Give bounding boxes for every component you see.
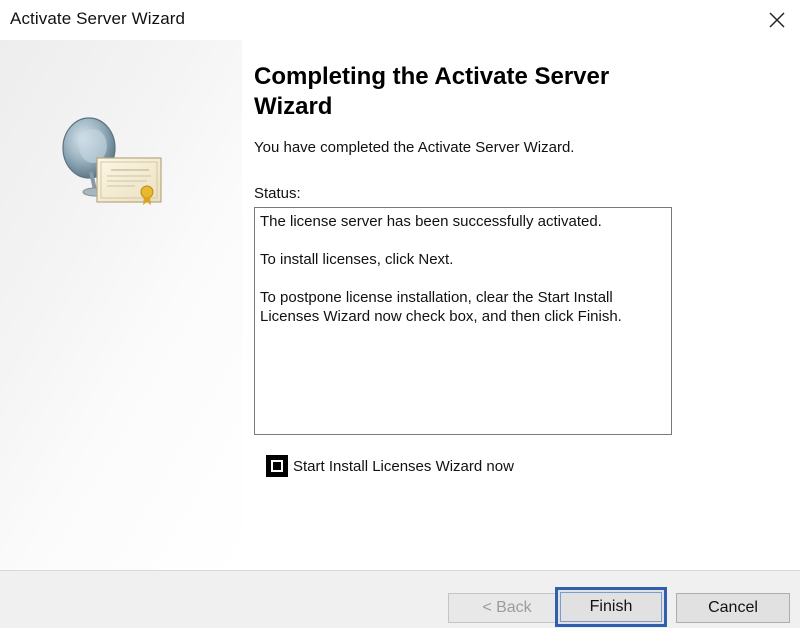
status-textbox[interactable]: The license server has been successfully…: [254, 207, 672, 435]
page-title: Completing the Activate Server Wizard: [254, 63, 610, 120]
server-certificate-icon: [55, 110, 170, 220]
status-line: To install licenses, click Next.: [260, 251, 454, 268]
wizard-banner: [0, 40, 242, 570]
checkbox-label[interactable]: Start Install Licenses Wizard now: [293, 458, 514, 475]
title-bar: Activate Server Wizard: [0, 0, 800, 40]
finish-button-label: Finish: [560, 592, 662, 622]
window-title: Activate Server Wizard: [10, 9, 186, 28]
close-button[interactable]: [754, 0, 800, 40]
cancel-button[interactable]: Cancel: [676, 593, 790, 623]
intro-text: You have completed the Activate Server W…: [254, 139, 575, 156]
status-line: The license server has been successfully…: [260, 213, 602, 230]
checkbox-mark: [271, 460, 283, 472]
start-install-licenses-option[interactable]: Start Install Licenses Wizard now: [266, 454, 514, 478]
finish-button[interactable]: Finish: [555, 587, 667, 627]
status-label: Status:: [254, 185, 301, 202]
close-icon: [769, 12, 785, 28]
start-install-licenses-checkbox[interactable]: [266, 455, 288, 477]
back-button[interactable]: < Back: [448, 593, 566, 623]
wizard-content: Completing the Activate Server Wizard Yo…: [254, 40, 794, 570]
status-line: To postpone license installation, clear …: [260, 289, 622, 325]
wizard-window: Activate Server Wizard Completing the Ac…: [0, 0, 800, 628]
button-bar: < Back Finish Cancel: [0, 571, 800, 628]
